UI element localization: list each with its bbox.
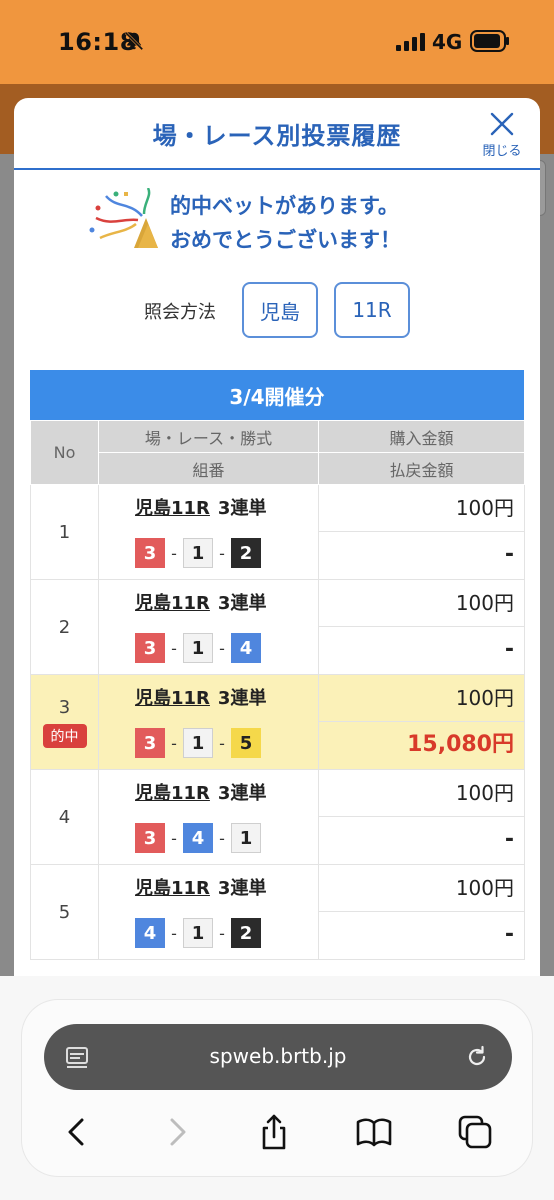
query-method-row: 照会方法 児島 11R	[14, 282, 540, 340]
bet-type: 3連単	[217, 688, 267, 709]
header-purchase: 購入金額	[318, 420, 525, 453]
forward-icon[interactable]	[158, 1112, 198, 1152]
payout-amount: -	[504, 827, 514, 852]
amount-cell: 100円 -	[318, 769, 525, 865]
row-number-cell: 3 的中	[30, 674, 99, 770]
url-text: spweb.brtb.jp	[209, 1044, 347, 1068]
purchase-amount: 100円	[319, 485, 524, 532]
race-link[interactable]: 児島11R	[135, 593, 210, 614]
table-row-hit: 3 的中 児島11R 3連単 3- 1- 5 100円 15,080円	[30, 674, 525, 770]
congrats-message: 的中ベットがあります。 おめでとうございます！	[86, 186, 486, 256]
row-number: 2	[30, 579, 99, 675]
combination: 3- 4- 1	[135, 818, 318, 858]
bet-history-table-wrap: 3/4開催分 No 場・レース・勝式 購入金額 組番 払戻金額 1 児島11R 3…	[30, 370, 525, 960]
query-method-label: 照会方法	[144, 302, 216, 323]
boat-number: 3	[135, 823, 165, 853]
bet-history-table: No 場・レース・勝式 購入金額 組番 払戻金額 1 児島11R 3連単 3 -	[30, 420, 525, 960]
bet-type: 3連単	[217, 783, 267, 804]
race-cell: 児島11R 3連単 3- 1- 4	[98, 579, 319, 675]
bet-type: 3連単	[217, 593, 267, 614]
boat-number: 3	[135, 728, 165, 758]
bet-type: 3連単	[217, 878, 267, 899]
table-row: 1 児島11R 3連単 3- 1- 2 100円 -	[30, 484, 525, 580]
payout-amount: -	[504, 922, 514, 947]
tabs-icon[interactable]	[455, 1112, 495, 1152]
boat-number: 1	[231, 823, 261, 853]
boat-number: 3	[135, 633, 165, 663]
bookmarks-icon[interactable]	[354, 1112, 394, 1152]
back-icon[interactable]	[56, 1112, 96, 1152]
network-label: 4G	[432, 30, 463, 54]
boat-number: 5	[231, 728, 261, 758]
congrats-line-1: 的中ベットがあります。	[170, 194, 399, 218]
combination: 4- 1- 2	[135, 913, 318, 953]
amount-cell: 100円 -	[318, 484, 525, 580]
boat-number: 3	[135, 538, 165, 568]
boat-number: 1	[183, 538, 213, 568]
row-number: 5	[30, 864, 99, 960]
boat-number: 1	[183, 918, 213, 948]
party-popper-icon	[89, 188, 158, 248]
row-number: 4	[30, 769, 99, 865]
race-cell: 児島11R 3連単 4- 1- 2	[98, 864, 319, 960]
combination: 3- 1- 4	[135, 628, 318, 668]
hit-badge: 的中	[42, 723, 87, 748]
boat-number: 1	[183, 633, 213, 663]
race-chip[interactable]: 11R	[334, 282, 410, 338]
amount-cell: 100円 15,080円	[318, 674, 525, 770]
bell-slash-icon	[124, 31, 144, 51]
congrats-line-2: おめでとうございます！	[170, 228, 401, 252]
address-bar[interactable]: spweb.brtb.jp	[44, 1024, 512, 1090]
modal-title: 場・レース別投票履歴	[152, 122, 402, 150]
boat-number: 4	[231, 633, 261, 663]
purchase-amount: 100円	[319, 770, 524, 817]
boat-number: 4	[183, 823, 213, 853]
share-icon[interactable]	[254, 1112, 294, 1152]
race-link[interactable]: 児島11R	[135, 498, 210, 519]
venue-chip[interactable]: 児島	[242, 282, 318, 338]
close-button[interactable]: 閉じる	[474, 108, 530, 160]
session-date-header: 3/4開催分	[30, 370, 524, 420]
boat-number: 4	[135, 918, 165, 948]
bet-type: 3連単	[217, 498, 267, 519]
purchase-amount: 100円	[319, 865, 524, 912]
table-row: 2 児島11R 3連単 3- 1- 4 100円 -	[30, 579, 525, 675]
status-bar: 16:18 4G	[0, 0, 554, 84]
amount-cell: 100円 -	[318, 579, 525, 675]
boat-number: 2	[231, 538, 261, 568]
race-cell: 児島11R 3連単 3- 1- 5	[98, 674, 319, 770]
race-link[interactable]: 児島11R	[135, 688, 210, 709]
combination: 3- 1- 2	[135, 533, 318, 573]
amount-cell: 100円 -	[318, 864, 525, 960]
payout-amount: -	[504, 637, 514, 662]
purchase-amount: 100円	[319, 675, 524, 722]
header-payout: 払戻金額	[318, 452, 525, 485]
race-cell: 児島11R 3連単 3- 1- 2	[98, 484, 319, 580]
signal-icon	[396, 33, 425, 51]
combination: 3- 1- 5	[135, 723, 318, 763]
close-icon	[490, 112, 514, 136]
header-no: No	[30, 420, 99, 485]
race-cell: 児島11R 3連単 3- 4- 1	[98, 769, 319, 865]
header-race-type: 場・レース・勝式	[98, 420, 319, 453]
payout-amount: 15,080円	[407, 732, 514, 757]
boat-number: 1	[183, 728, 213, 758]
table-row: 5 児島11R 3連単 4- 1- 2 100円 -	[30, 864, 525, 960]
reload-icon[interactable]	[464, 1044, 490, 1070]
boat-number: 2	[231, 918, 261, 948]
race-link[interactable]: 児島11R	[135, 783, 210, 804]
row-number: 1	[30, 484, 99, 580]
modal-header: 場・レース別投票履歴 閉じる	[14, 98, 540, 170]
battery-icon	[470, 30, 509, 52]
row-number: 3	[58, 696, 71, 718]
race-link[interactable]: 児島11R	[135, 878, 210, 899]
payout-amount: -	[504, 542, 514, 567]
table-row: 4 児島11R 3連単 3- 4- 1 100円 -	[30, 769, 525, 865]
purchase-amount: 100円	[319, 580, 524, 627]
header-combination: 組番	[98, 452, 319, 485]
close-label: 閉じる	[482, 144, 522, 159]
bet-history-modal: 場・レース別投票履歴 閉じる 的中ベットがあります。 おめでとうございます！ 照…	[14, 98, 540, 976]
